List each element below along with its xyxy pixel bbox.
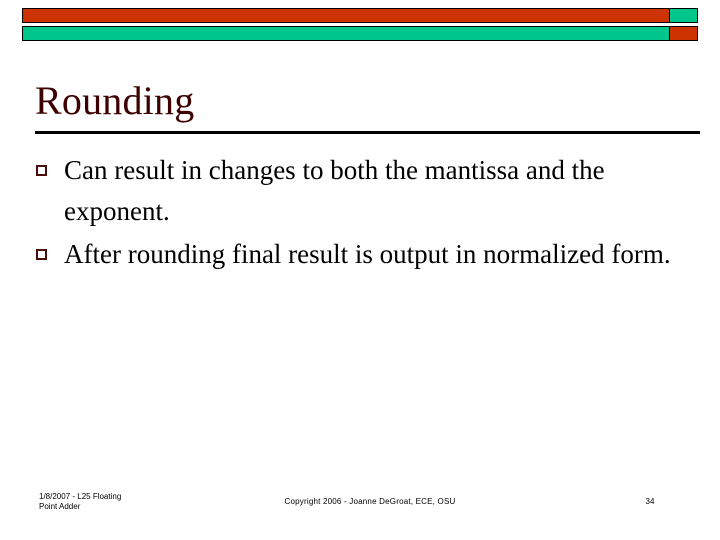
hollow-square-bullet-icon bbox=[36, 234, 64, 265]
list-item: After rounding final result is output in… bbox=[36, 234, 704, 275]
slide: Rounding Can result in changes to both t… bbox=[0, 0, 720, 540]
footer-lecture-info: 1/8/2007 - L25 Floating Point Adder bbox=[39, 492, 189, 512]
list-item-text: Can result in changes to both the mantis… bbox=[64, 155, 605, 226]
banner-cap-red bbox=[669, 27, 697, 40]
slide-footer: 1/8/2007 - L25 Floating Point Adder Copy… bbox=[0, 492, 720, 522]
list-item-text: After rounding final result is output in… bbox=[64, 239, 671, 269]
banner-band-red bbox=[23, 9, 669, 22]
list-item: Can result in changes to both the mantis… bbox=[36, 150, 704, 232]
footer-lecture-line1: 1/8/2007 - L25 Floating bbox=[39, 492, 122, 501]
footer-copyright: Copyright 2006 - Joanne DeGroat, ECE, OS… bbox=[284, 497, 456, 506]
banner-band-teal bbox=[23, 27, 669, 40]
title-divider bbox=[35, 131, 700, 134]
banner-row-top bbox=[22, 8, 698, 23]
footer-page-number: 34 bbox=[645, 497, 655, 506]
bullet-list: Can result in changes to both the mantis… bbox=[36, 150, 704, 277]
decorative-banner bbox=[22, 8, 698, 41]
banner-row-bottom bbox=[22, 26, 698, 41]
banner-cap-teal bbox=[669, 9, 697, 22]
hollow-square-bullet-icon bbox=[36, 150, 64, 181]
footer-lecture-line2: Point Adder bbox=[39, 502, 81, 511]
page-title: Rounding bbox=[35, 78, 195, 123]
